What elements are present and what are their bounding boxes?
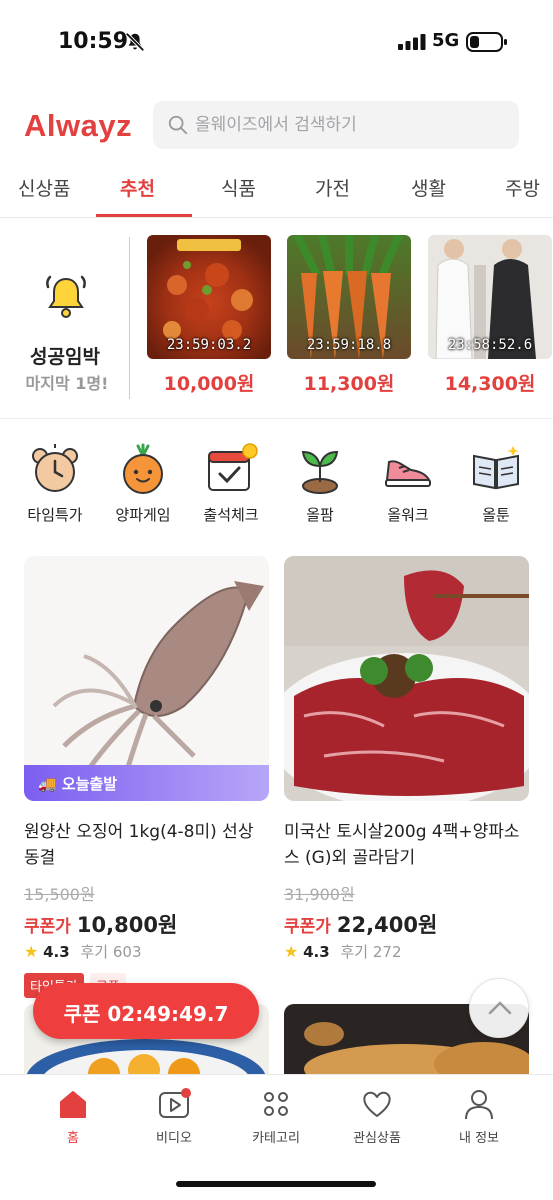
nav-video[interactable]: 비디오	[124, 1087, 224, 1146]
status-time: 10:59	[58, 29, 129, 54]
rating-row: ★ 4.3 후기 603	[24, 941, 269, 963]
menu-allwalk[interactable]: 올워크	[368, 436, 448, 525]
menu-time-deal[interactable]: 타임특가	[15, 436, 95, 525]
rating-value: 4.3	[303, 943, 330, 961]
original-price: 15,500원	[24, 885, 95, 904]
app-logo[interactable]: Alwayz	[24, 108, 132, 144]
signal-icon	[398, 34, 426, 50]
tab-new[interactable]: 신상품	[18, 174, 70, 201]
search-icon	[168, 115, 188, 135]
menu-allfarm[interactable]: 올팜	[280, 436, 360, 525]
coupon-price-row: 쿠폰가 22,400원	[284, 909, 529, 937]
deal-countdown: 23:59:03.2	[166, 337, 252, 353]
deal-image: 23:59:18.8	[287, 235, 411, 359]
sneaker-icon	[385, 460, 431, 487]
product-card[interactable]: 미국산 토시살200g 4팩+양파소스 (G)외 골라담기 31,900원 쿠폰…	[284, 556, 529, 963]
deal-countdown: 23:58:52.6	[447, 337, 533, 353]
star-icon: ★	[284, 942, 299, 961]
status-bar: 10:59 5G	[0, 0, 553, 84]
review-count: 후기 603	[80, 943, 142, 961]
coupon-price-row: 쿠폰가 10,800원	[24, 909, 269, 937]
deal-image: 23:58:52.6	[428, 235, 552, 359]
book-icon	[473, 446, 519, 490]
tab-kitchen[interactable]: 주방	[505, 174, 540, 201]
tab-recommend[interactable]: 추천	[120, 174, 155, 201]
review-count: 후기 272	[340, 943, 402, 961]
coupon-label: 쿠폰가	[24, 917, 71, 937]
bell-muted-icon	[125, 32, 145, 52]
search-input[interactable]	[195, 101, 505, 149]
menu-label: 올팜	[306, 506, 334, 524]
today-shipping-badge: 🚚 오늘출발	[24, 765, 269, 801]
menu-label: 올툰	[482, 506, 510, 524]
tab-appliance[interactable]: 가전	[315, 174, 350, 201]
home-icon	[60, 1091, 86, 1118]
menu-label: 올워크	[387, 506, 429, 524]
clock-bear-icon	[32, 444, 78, 492]
original-price: 31,900원	[284, 885, 355, 904]
divider	[129, 237, 130, 399]
chevron-up-icon	[488, 1001, 512, 1015]
deal-price: 11,300원	[303, 373, 395, 395]
home-indicator	[176, 1181, 376, 1187]
video-icon	[159, 1088, 191, 1118]
beef-image	[284, 556, 529, 801]
flash-deal-item[interactable]: 23:58:52.6 14,300원	[428, 235, 552, 396]
profile-icon	[465, 1090, 493, 1120]
product-image: 🚚 오늘출발	[24, 556, 269, 801]
category-tabs: 신상품 추천 식품 가전 생활 주방	[0, 160, 553, 218]
product-card[interactable]: 🚚 오늘출발 원양산 오징어 1kg(4-8미) 선상동결 15,500원 쿠폰…	[24, 556, 269, 998]
onion-icon	[123, 443, 163, 494]
flash-deal-section: 성공임박 마지막 1명! 23:59:03.2 10,000원 23:59:18…	[0, 219, 553, 419]
menu-onion-game[interactable]: 양파게임	[103, 436, 183, 525]
menu-alltoon[interactable]: 올툰	[456, 436, 536, 525]
deal-price: 10,000원	[163, 373, 255, 395]
scroll-top-button[interactable]	[469, 978, 529, 1038]
deal-image: 23:59:03.2	[147, 235, 271, 359]
coupon-label: 쿠폰가	[284, 917, 331, 937]
nav-my-info[interactable]: 내 정보	[429, 1087, 529, 1146]
flash-subtitle: 마지막 1명!	[25, 374, 109, 393]
nav-wishlist[interactable]: 관심상품	[327, 1087, 427, 1146]
alarm-bell-icon	[46, 275, 86, 318]
heart-icon	[363, 1091, 391, 1117]
tab-food[interactable]: 식품	[221, 174, 256, 201]
rating-value: 4.3	[43, 943, 70, 961]
deal-price: 14,300원	[444, 373, 536, 395]
menu-label: 양파게임	[115, 506, 171, 524]
product-image	[284, 556, 529, 801]
shortcut-menu: 타임특가 양파게임 출석체크 올팜 올워크 올툰	[0, 436, 553, 536]
calendar-check-icon	[208, 443, 258, 491]
nav-category[interactable]: 카테고리	[226, 1087, 326, 1146]
tab-living[interactable]: 생활	[411, 174, 446, 201]
product-name: 원양산 오징어 1kg(4-8미) 선상동결	[24, 822, 254, 868]
network-type: 5G	[432, 30, 460, 51]
coupon-price: 10,800원	[76, 913, 178, 937]
active-tab-indicator	[96, 214, 192, 217]
nav-home[interactable]: 홈	[23, 1087, 123, 1146]
flash-deal-item[interactable]: 23:59:18.8 11,300원	[287, 235, 411, 396]
rating-row: ★ 4.3 후기 272	[284, 941, 529, 963]
sprout-icon	[301, 450, 339, 494]
menu-attendance[interactable]: 출석체크	[191, 436, 271, 525]
coupon-price: 22,400원	[336, 913, 438, 937]
menu-label: 출석체크	[203, 506, 259, 524]
battery-icon	[466, 32, 507, 52]
deal-countdown: 23:59:18.8	[306, 337, 392, 353]
flash-title: 성공임박	[30, 346, 100, 368]
product-name: 미국산 토시살200g 4팩+양파소스 (G)외 골라담기	[284, 822, 520, 868]
search-bar[interactable]	[153, 101, 519, 149]
flash-deal-item[interactable]: 23:59:03.2 10,000원	[147, 235, 271, 396]
menu-label: 타임특가	[27, 506, 83, 524]
category-icon	[264, 1092, 288, 1116]
coupon-countdown-button[interactable]: 쿠폰 02:49:49.7	[33, 983, 259, 1039]
star-icon: ★	[24, 942, 39, 961]
